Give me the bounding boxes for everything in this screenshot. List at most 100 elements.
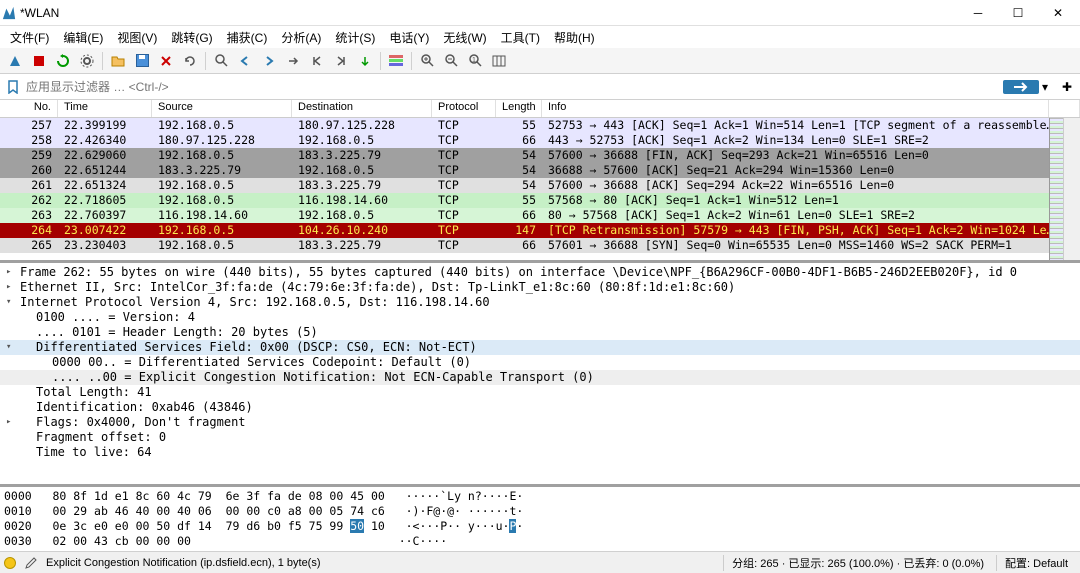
packet-row[interactable]: 25722.399199192.168.0.5180.97.125.228TCP…: [0, 118, 1049, 133]
display-filter-input[interactable]: [22, 78, 1003, 96]
minimize-button[interactable]: ─: [958, 0, 998, 26]
colorize-button[interactable]: [385, 50, 407, 72]
close-file-button[interactable]: [155, 50, 177, 72]
status-field: Explicit Congestion Notification (ip.dsf…: [46, 557, 321, 569]
packet-row[interactable]: 25922.629060192.168.0.5183.3.225.79TCP54…: [0, 148, 1049, 163]
arrow-left-icon: [239, 55, 251, 67]
col-source[interactable]: Source: [152, 100, 292, 117]
menu-tools[interactable]: 工具(T): [495, 27, 546, 48]
packet-list: No. Time Source Destination Protocol Len…: [0, 100, 1080, 260]
next-button[interactable]: [258, 50, 280, 72]
menu-wireless[interactable]: 无线(W): [437, 27, 492, 48]
bookmark-icon[interactable]: [4, 78, 22, 96]
ip-node[interactable]: Internet Protocol Version 4, Src: 192.16…: [0, 295, 1080, 310]
zoom-out-button[interactable]: [440, 50, 462, 72]
search-icon: [215, 54, 228, 67]
first-button[interactable]: [306, 50, 328, 72]
zoom-in-button[interactable]: [416, 50, 438, 72]
gear-icon: [80, 54, 94, 68]
status-profile[interactable]: 配置: Default: [996, 555, 1076, 571]
col-time[interactable]: Time: [58, 100, 152, 117]
ip-ecn[interactable]: .... ..00 = Explicit Congestion Notifica…: [0, 370, 1080, 385]
ip-flags[interactable]: Flags: 0x4000, Don't fragment: [0, 415, 1080, 430]
menu-edit[interactable]: 编辑(E): [57, 27, 109, 48]
menu-analyze[interactable]: 分析(A): [275, 27, 327, 48]
packet-row[interactable]: 26122.651324192.168.0.5183.3.225.79TCP54…: [0, 178, 1049, 193]
expert-info-icon[interactable]: [4, 557, 16, 569]
ip-dsfield[interactable]: Differentiated Services Field: 0x00 (DSC…: [0, 340, 1080, 355]
frame-node[interactable]: Frame 262: 55 bytes on wire (440 bits), …: [0, 265, 1080, 280]
svg-text:1: 1: [472, 57, 476, 64]
restart-capture-button[interactable]: [52, 50, 74, 72]
arrow-right-icon: [263, 55, 275, 67]
ip-frag-offset[interactable]: Fragment offset: 0: [0, 430, 1080, 445]
zoom-in-icon: [421, 54, 434, 67]
save-icon: [136, 54, 149, 67]
filter-dropdown[interactable]: ▾: [1042, 80, 1054, 94]
packet-row[interactable]: 26523.230403192.168.0.5183.3.225.79TCP66…: [0, 238, 1049, 253]
save-button[interactable]: [131, 50, 153, 72]
col-info[interactable]: Info: [542, 100, 1049, 117]
stop-capture-button[interactable]: [28, 50, 50, 72]
ip-dscp[interactable]: 0000 00.. = Differentiated Services Code…: [0, 355, 1080, 370]
menu-file[interactable]: 文件(F): [4, 27, 55, 48]
zoom-reset-button[interactable]: 1: [464, 50, 486, 72]
packet-details[interactable]: Frame 262: 55 bytes on wire (440 bits), …: [0, 260, 1080, 484]
capture-options-button[interactable]: [76, 50, 98, 72]
menu-go[interactable]: 跳转(G): [165, 27, 218, 48]
close-button[interactable]: ✕: [1038, 0, 1078, 26]
colorize-icon: [389, 55, 403, 67]
packet-scrollbar[interactable]: [1063, 118, 1080, 260]
col-no[interactable]: No.: [0, 100, 58, 117]
packet-row[interactable]: 25822.426340180.97.125.228192.168.0.5TCP…: [0, 133, 1049, 148]
packet-row[interactable]: 26022.651244183.3.225.79192.168.0.5TCP54…: [0, 163, 1049, 178]
open-button[interactable]: [107, 50, 129, 72]
col-protocol[interactable]: Protocol: [432, 100, 496, 117]
folder-icon: [111, 55, 125, 67]
ethernet-node[interactable]: Ethernet II, Src: IntelCor_3f:fa:de (4c:…: [0, 280, 1080, 295]
ip-version[interactable]: 0100 .... = Version: 4: [0, 310, 1080, 325]
add-filter-button[interactable]: ✚: [1058, 80, 1076, 94]
find-button[interactable]: [210, 50, 232, 72]
filter-bar: ▾ ✚: [0, 74, 1080, 100]
ip-total-length[interactable]: Total Length: 41: [0, 385, 1080, 400]
col-length[interactable]: Length: [496, 100, 542, 117]
apply-filter-button[interactable]: [1003, 80, 1039, 94]
status-bar: Explicit Congestion Notification (ip.dsf…: [0, 551, 1080, 573]
prev-button[interactable]: [234, 50, 256, 72]
reload-button[interactable]: [179, 50, 201, 72]
menu-capture[interactable]: 捕获(C): [221, 27, 274, 48]
menu-view[interactable]: 视图(V): [111, 27, 163, 48]
edit-icon[interactable]: [24, 556, 38, 570]
ip-header-length[interactable]: .... 0101 = Header Length: 20 bytes (5): [0, 325, 1080, 340]
zoom-reset-icon: 1: [469, 54, 482, 67]
autoscroll-button[interactable]: [354, 50, 376, 72]
stop-icon: [33, 55, 45, 67]
hex-view[interactable]: 0000 80 8f 1d e1 8c 60 4c 79 6e 3f fa de…: [0, 484, 1080, 551]
shark-fin-icon: [8, 54, 22, 68]
maximize-button[interactable]: ☐: [998, 0, 1038, 26]
menu-help[interactable]: 帮助(H): [548, 27, 601, 48]
go-last-icon: [335, 55, 347, 67]
columns-icon: [492, 55, 506, 67]
restart-icon: [56, 54, 70, 68]
status-packets: 分组: 265 · 已显示: 265 (100.0%) · 已丢弃: 0 (0.…: [723, 555, 992, 571]
start-capture-button[interactable]: [4, 50, 26, 72]
ip-identification[interactable]: Identification: 0xab46 (43846): [0, 400, 1080, 415]
autoscroll-icon: [359, 55, 371, 67]
packet-row[interactable]: 26222.718605192.168.0.5116.198.14.60TCP5…: [0, 193, 1049, 208]
goto-button[interactable]: [282, 50, 304, 72]
col-destination[interactable]: Destination: [292, 100, 432, 117]
packet-row[interactable]: 26423.007422192.168.0.5104.26.10.240TCP1…: [0, 223, 1049, 238]
menu-telephony[interactable]: 电话(Y): [383, 27, 435, 48]
reload-icon: [183, 54, 197, 68]
resize-cols-button[interactable]: [488, 50, 510, 72]
menu-statistics[interactable]: 统计(S): [329, 27, 381, 48]
go-first-icon: [311, 55, 323, 67]
packet-minimap[interactable]: [1049, 118, 1063, 260]
packet-list-header: No. Time Source Destination Protocol Len…: [0, 100, 1080, 118]
goto-icon: [287, 55, 299, 67]
last-button[interactable]: [330, 50, 352, 72]
ip-ttl[interactable]: Time to live: 64: [0, 445, 1080, 460]
packet-row[interactable]: 26322.760397116.198.14.60192.168.0.5TCP6…: [0, 208, 1049, 223]
